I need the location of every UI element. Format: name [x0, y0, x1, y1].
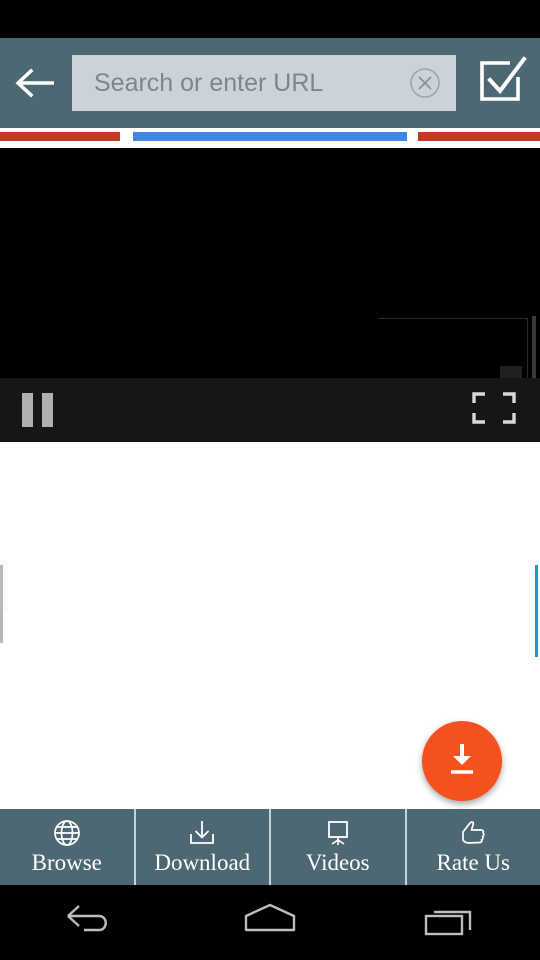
content-right-scrollbar[interactable]: [535, 565, 538, 657]
arrow-left-icon: [14, 66, 58, 100]
back-button[interactable]: [0, 38, 72, 128]
thumbs-up-icon: [457, 818, 489, 848]
browser-toolbar: [0, 38, 540, 128]
android-home-button[interactable]: [210, 885, 330, 960]
video-player[interactable]: [0, 148, 540, 442]
tab-label-download: Download: [154, 850, 251, 875]
url-bar[interactable]: [72, 55, 456, 111]
progress-segment-right: [418, 132, 540, 141]
download-icon: [444, 740, 480, 783]
pause-bar-right: [42, 393, 53, 427]
app-screen: Browse Download Videos: [0, 0, 540, 960]
tab-label-videos: Videos: [305, 850, 370, 875]
tab-label-browse: Browse: [31, 850, 102, 875]
android-back-button[interactable]: [30, 885, 150, 960]
status-bar: [0, 0, 540, 38]
globe-icon: [52, 818, 82, 848]
android-recents-button[interactable]: [390, 885, 510, 960]
tab-rate-us[interactable]: Rate Us: [407, 809, 540, 885]
presentation-board-icon: [322, 818, 354, 848]
tab-label-rate-us: Rate Us: [436, 850, 510, 875]
pause-bar-left: [22, 393, 33, 427]
pause-button[interactable]: [22, 393, 53, 427]
search-input[interactable]: [72, 55, 456, 111]
video-controls-bar: [0, 378, 540, 442]
content-left-scrollbar[interactable]: [0, 565, 3, 643]
tab-videos[interactable]: Videos: [271, 809, 407, 885]
fullscreen-button[interactable]: [470, 390, 518, 431]
tab-browse[interactable]: Browse: [0, 809, 136, 885]
tab-download[interactable]: Download: [136, 809, 271, 885]
checkbox-button[interactable]: [464, 38, 540, 128]
progress-segment-center: [133, 132, 407, 141]
android-back-icon: [62, 900, 118, 945]
progress-segment-left: [0, 132, 120, 141]
android-home-icon: [240, 900, 300, 945]
android-nav-bar: [0, 885, 540, 960]
download-fab-button[interactable]: [422, 721, 502, 801]
checkbox-checked-icon: [474, 53, 530, 114]
download-tray-icon: [186, 818, 218, 848]
android-recents-icon: [420, 900, 480, 945]
bottom-tab-bar: Browse Download Videos Rate Us: [0, 809, 540, 885]
close-circle-icon[interactable]: [408, 66, 442, 100]
page-progress-strip: [0, 128, 540, 148]
